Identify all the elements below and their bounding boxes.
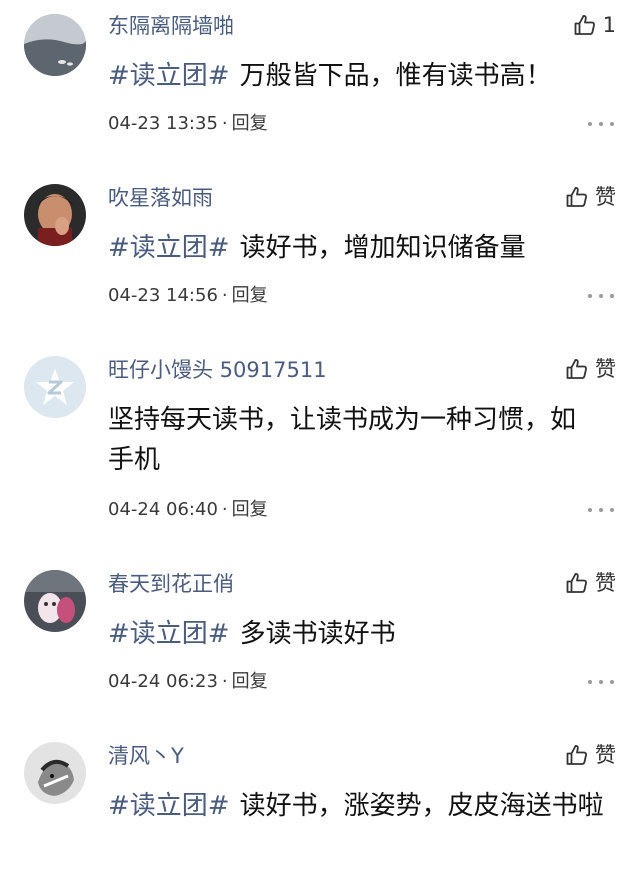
reply-button[interactable]: 回复 <box>232 285 268 306</box>
username[interactable]: 春天到花正俏 <box>108 570 234 598</box>
timestamp: 04-24 06:23 <box>108 671 218 692</box>
thumbs-up-icon <box>566 745 587 765</box>
like-label: 赞 <box>595 571 616 595</box>
comment-item: 东隔离隔墙啪 1 #读立团# 万般皆下品，惟有读书高！ 04-23 13:35 · 回… <box>0 0 640 170</box>
comment-meta: 04-23 14:56 · 回复 <box>108 284 268 308</box>
thumbs-up-icon <box>566 359 587 379</box>
comment-content: 多读书读好书 <box>239 619 396 649</box>
comment-text: 坚持每天读书，让读书成为一种习惯，如手机 <box>108 400 598 480</box>
username[interactable]: 吹星落如雨 <box>108 184 213 212</box>
topic-tag[interactable]: #读立团# <box>108 61 230 91</box>
comment-text: #读立团# 读好书，涨姿势，皮皮海送书啦 <box>108 786 608 826</box>
avatar[interactable] <box>24 356 86 418</box>
avatar[interactable] <box>24 184 86 246</box>
timestamp: 04-23 14:56 <box>108 285 218 306</box>
more-options-icon[interactable] <box>588 506 614 514</box>
more-options-icon[interactable] <box>588 292 614 300</box>
more-options-icon[interactable] <box>588 120 614 128</box>
comment-item: 旺仔小馒头 50917511 赞 坚持每天读书，让读书成为一种习惯，如手机 04… <box>0 342 640 556</box>
username[interactable]: 清风丶Y <box>108 742 184 770</box>
comment-meta: 04-23 13:35 · 回复 <box>108 112 268 136</box>
thumbs-up-icon <box>566 187 587 207</box>
separator: · <box>221 671 228 692</box>
avatar[interactable] <box>24 570 86 632</box>
comment-meta: 04-24 06:23 · 回复 <box>108 670 268 694</box>
separator: · <box>221 499 228 520</box>
comment-item: 春天到花正俏 赞 #读立团# 多读书读好书 04-24 06:23 · 回复 <box>0 556 640 728</box>
timestamp: 04-23 13:35 <box>108 113 218 134</box>
thumbs-up-icon <box>566 573 587 593</box>
like-button[interactable]: 赞 <box>565 182 616 212</box>
like-label: 赞 <box>595 743 616 767</box>
like-label: 赞 <box>595 185 616 209</box>
comment-text: #读立团# 读好书，增加知识储备量 <box>108 228 608 268</box>
like-button[interactable]: 赞 <box>565 568 616 598</box>
comment-item: 清风丶Y 赞 #读立团# 读好书，涨姿势，皮皮海送书啦 <box>0 728 640 875</box>
like-button[interactable]: 赞 <box>565 740 616 770</box>
avatar[interactable] <box>24 742 86 804</box>
separator: · <box>221 285 228 306</box>
topic-tag[interactable]: #读立团# <box>108 791 230 821</box>
username[interactable]: 东隔离隔墙啪 <box>108 12 234 40</box>
like-count: 1 <box>602 13 616 37</box>
like-button[interactable]: 1 <box>573 10 616 40</box>
comment-item: 吹星落如雨 赞 #读立团# 读好书，增加知识储备量 04-23 14:56 · 回复 <box>0 170 640 342</box>
separator: · <box>221 113 228 134</box>
reply-button[interactable]: 回复 <box>232 671 268 692</box>
comment-text: #读立团# 多读书读好书 <box>108 614 608 654</box>
comment-content: 读好书，涨姿势，皮皮海送书啦 <box>239 791 604 821</box>
reply-button[interactable]: 回复 <box>232 113 268 134</box>
timestamp: 04-24 06:40 <box>108 499 218 520</box>
more-options-icon[interactable] <box>588 678 614 686</box>
topic-tag[interactable]: #读立团# <box>108 233 230 263</box>
reply-button[interactable]: 回复 <box>232 499 268 520</box>
comment-meta: 04-24 06:40 · 回复 <box>108 498 268 522</box>
comment-content: 坚持每天读书，让读书成为一种习惯，如手机 <box>108 405 577 475</box>
topic-tag[interactable]: #读立团# <box>108 619 230 649</box>
avatar[interactable] <box>24 14 86 76</box>
comment-text: #读立团# 万般皆下品，惟有读书高！ <box>108 56 608 96</box>
comment-content: 读好书，增加知识储备量 <box>239 233 526 263</box>
comment-content: 万般皆下品，惟有读书高！ <box>239 61 552 91</box>
like-button[interactable]: 赞 <box>565 354 616 384</box>
thumbs-up-icon <box>574 15 595 35</box>
username[interactable]: 旺仔小馒头 50917511 <box>108 356 327 384</box>
like-label: 赞 <box>595 357 616 381</box>
